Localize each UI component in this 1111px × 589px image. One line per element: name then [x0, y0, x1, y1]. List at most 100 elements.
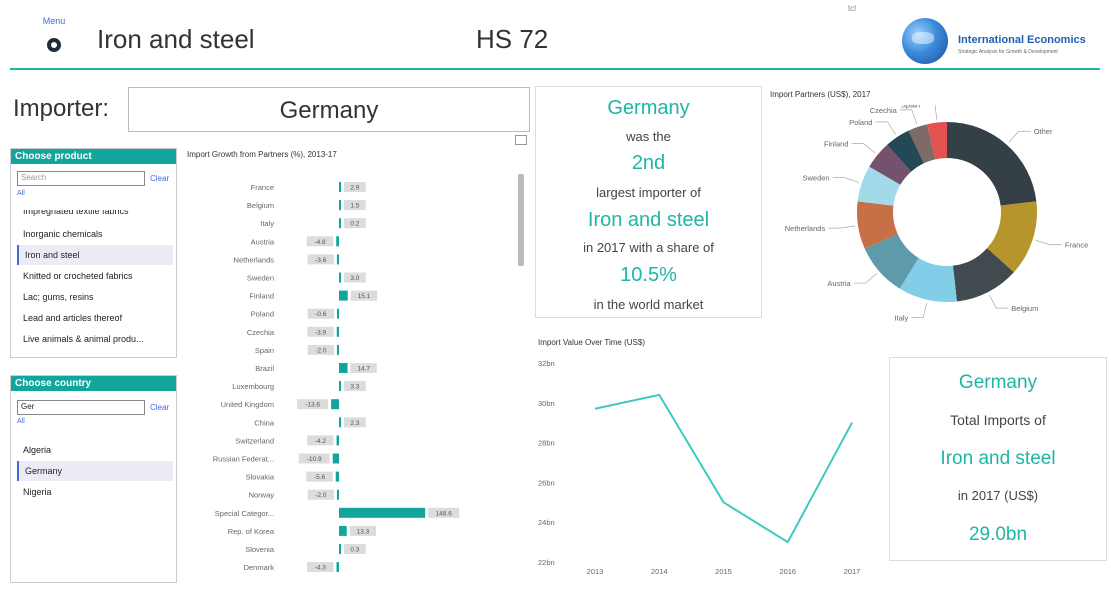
summary-share: 10.5% [620, 264, 677, 286]
focus-mode-icon[interactable] [515, 135, 527, 145]
bar [339, 200, 341, 211]
bar [339, 417, 341, 428]
category-label: Netherlands [234, 255, 275, 264]
leader-line [1008, 130, 1031, 143]
slice-label: Sweden [802, 174, 829, 183]
header-divider [10, 68, 1100, 70]
product-slicer: Choose product Search Clear All Impregna… [10, 148, 177, 358]
slice-label: Austria [827, 279, 851, 288]
import-value-line-chart: 22bn 24bn 26bn 28bn 30bn 32bn 2013 2014 2015 2016… [538, 359, 860, 576]
slice-label: Czechia [870, 106, 898, 115]
bar [339, 507, 426, 518]
bar [337, 308, 339, 319]
list-item[interactable]: Knitted or crocheted fabrics [17, 266, 173, 286]
data-label: -4.8 [314, 239, 326, 246]
total-value: 29.0bn [968, 524, 1028, 545]
data-label: 2.9 [350, 185, 359, 192]
y-tick-label: 26bn [538, 478, 555, 487]
product-clear-button[interactable]: Clear [150, 174, 169, 183]
list-item[interactable]: Live animals & animal produ... [17, 329, 173, 349]
x-tick-label: 2014 [651, 567, 668, 576]
leader-line [853, 272, 878, 284]
line-chart-title: Import Value Over Time (US$) [538, 338, 645, 347]
leader-line [851, 143, 876, 154]
data-label: 148.6 [436, 510, 453, 517]
data-label: -5.6 [314, 474, 326, 481]
country-all-link[interactable]: All [17, 418, 25, 425]
list-item[interactable]: Impregnated textile fabrics [17, 210, 173, 218]
summary-rank: 2nd [631, 152, 666, 174]
summary-world: in the world market [593, 297, 704, 312]
product-search-input[interactable]: Search [17, 171, 145, 186]
total-year: in 2017 (US$) [957, 488, 1039, 503]
summary-was-the: was the [626, 129, 671, 144]
slice-label: Belgium [1011, 304, 1038, 313]
leader-line [828, 225, 856, 229]
import-partners-donut-chart: Other France Belgium Italy Austria Netherland… [785, 105, 1088, 322]
list-item-selected[interactable]: Germany [17, 461, 173, 481]
category-label: Finland [249, 292, 274, 301]
summary-product: Iron and steel [587, 209, 710, 231]
product-slicer-header: Choose product [11, 149, 176, 164]
summary-country: Germany [607, 97, 690, 119]
category-label: Slovenia [245, 545, 275, 554]
bar [336, 435, 339, 446]
bar [336, 236, 339, 247]
slice-label: Netherlands [785, 224, 826, 233]
slice-label: France [1065, 241, 1088, 250]
series-line [594, 393, 853, 544]
product-all-link[interactable]: All [17, 190, 25, 197]
x-tick-label: 2016 [779, 567, 796, 576]
list-item[interactable]: Inorganic chemicals [17, 224, 173, 244]
category-label: Sweden [247, 274, 274, 283]
bar [331, 399, 339, 410]
bar [337, 489, 339, 500]
leader-line [989, 294, 1009, 309]
y-tick-label: 28bn [538, 439, 555, 448]
data-label: -2.0 [315, 492, 327, 499]
importer-value: Germany [128, 87, 530, 132]
category-label: Rep. of Korea [228, 527, 275, 536]
data-label: 2.3 [350, 420, 359, 427]
country-search-input[interactable]: Ger [17, 400, 145, 415]
bar [339, 182, 341, 192]
total-imports-label: Total Imports of [950, 412, 1046, 428]
data-label: 13.3 [357, 528, 370, 535]
list-item[interactable]: Algeria [17, 440, 173, 460]
data-label: -10.9 [307, 456, 322, 463]
bar [339, 363, 348, 373]
donut-slice [947, 122, 1037, 206]
summary-largest: largest importer of [596, 185, 701, 200]
header-mark: tcl [848, 4, 856, 13]
data-label: -13.6 [305, 402, 320, 409]
bar [337, 344, 339, 355]
data-label: 0.3 [350, 547, 359, 554]
y-tick-label: 32bn [538, 359, 555, 368]
list-item[interactable]: Lac; gums, resins [17, 287, 173, 307]
slice-label: Finland [824, 140, 849, 149]
y-tick-label: 30bn [538, 399, 555, 408]
list-item-selected[interactable]: Iron and steel [17, 245, 173, 265]
country-clear-button[interactable]: Clear [150, 403, 169, 412]
slice-label: Spain [901, 105, 920, 110]
category-label: Austria [251, 237, 275, 246]
bar [339, 218, 341, 229]
category-label: Italy [260, 219, 274, 228]
chart-scrollbar[interactable] [518, 174, 524, 266]
category-label: Luxembourg [232, 382, 274, 391]
leader-line [911, 302, 927, 318]
x-tick-label: 2013 [587, 567, 604, 576]
y-tick-label: 24bn [538, 518, 555, 527]
data-label: -3.9 [315, 329, 327, 336]
category-label: Russian Federat... [213, 455, 274, 464]
list-item[interactable]: Nigeria [17, 482, 173, 502]
menu-button[interactable]: Menu [34, 16, 74, 52]
data-label: -4.2 [315, 438, 327, 445]
growth-bar-chart: France 2.9 Belgium 1.5 Italy 0.2 Austria -4.8 Ne… [213, 182, 460, 573]
category-label: Brazil [255, 364, 274, 373]
total-product: Iron and steel [940, 448, 1056, 469]
list-item[interactable]: Lead and articles thereof [17, 308, 173, 328]
total-country: Germany [958, 372, 1038, 393]
category-label: United Kingdom [221, 400, 274, 409]
slice-label: Poland [849, 118, 872, 127]
